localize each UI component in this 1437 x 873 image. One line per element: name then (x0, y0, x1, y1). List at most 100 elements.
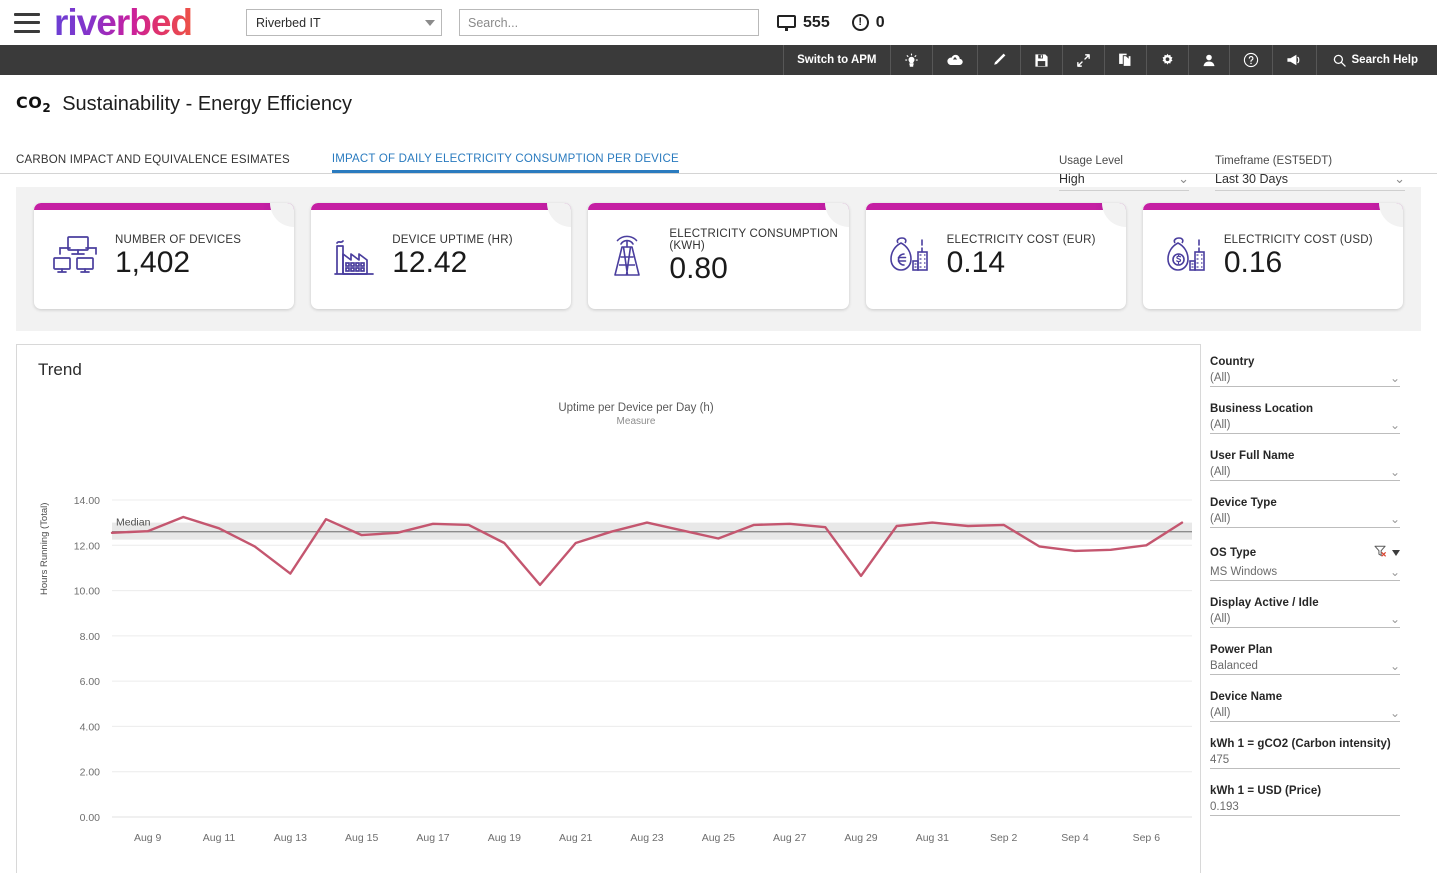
filter-os-type[interactable]: OS Type MS Windows ⌄ (1210, 544, 1400, 581)
filter-kwh-1-gco2-carbon-intensity[interactable]: kWh 1 = gCO2 (Carbon intensity) 475 (1210, 738, 1400, 769)
user-icon[interactable] (1189, 45, 1230, 75)
money-bag-dollar-icon (1161, 234, 1213, 278)
filter-label-row: Device Type (1210, 497, 1400, 509)
filter-value[interactable]: Balanced ⌄ (1210, 658, 1400, 675)
x-axis-tick-label: Aug 17 (416, 832, 449, 844)
chevron-down-icon: ⌄ (1389, 612, 1400, 626)
tab-daily-electricity[interactable]: IMPACT OF DAILY ELECTRICITY CONSUMPTION … (331, 153, 679, 173)
page-title: Sustainability - Energy Efficiency (62, 93, 352, 115)
alerts-stat[interactable]: ! 0 (851, 14, 885, 32)
riverbed-logo: riverbed (54, 4, 200, 41)
filter-value[interactable]: (All) ⌄ (1210, 417, 1400, 434)
chevron-down-icon: ⌄ (1389, 565, 1400, 579)
x-axis-tick-label: Sep 6 (1133, 832, 1161, 844)
x-axis-tick-label: Aug 15 (345, 832, 378, 844)
tab-carbon-impact[interactable]: CARBON IMPACT AND EQUIVALENCE ESIMATES (16, 154, 290, 173)
filter-text-input[interactable]: 475 (1210, 752, 1400, 769)
clear-filter-icon[interactable] (1374, 544, 1387, 562)
usage-level-filter[interactable]: Usage Level High ⌄ (1059, 155, 1189, 191)
filter-label: Power Plan (1210, 644, 1273, 656)
filter-power-plan[interactable]: Power Plan Balanced ⌄ (1210, 644, 1400, 675)
filter-label-row: Display Active / Idle (1210, 597, 1400, 609)
filter-label-row: Power Plan (1210, 644, 1400, 656)
x-axis-tick-label: Aug 29 (844, 832, 877, 844)
kpi-strip: NUMBER OF DEVICES 1,402 DEVICE UPTIME (H… (16, 187, 1421, 331)
search-help-button[interactable]: Search Help (1317, 45, 1431, 75)
kpi-accent-bar (34, 203, 295, 210)
search-input[interactable] (459, 9, 760, 36)
filter-label: Display Active / Idle (1210, 597, 1319, 609)
cloud-upload-icon[interactable] (933, 45, 978, 75)
filter-device-type[interactable]: Device Type (All) ⌄ (1210, 497, 1400, 528)
filter-label-row: Business Location (1210, 403, 1400, 415)
kpi-accent-bar (865, 203, 1126, 210)
filter-value[interactable]: (All) ⌄ (1210, 370, 1400, 387)
kpi-notch (547, 203, 572, 227)
co2-icon: CO2 (16, 93, 52, 116)
trend-line-chart[interactable]: 0.00 2.00 4.00 6.00 8.00 10.00 12.00 14.00 Media… (17, 345, 1202, 873)
header-filters: Usage Level High ⌄ Timeframe (EST5EDT) L… (1059, 155, 1405, 191)
chevron-down-icon: ⌄ (1389, 465, 1400, 479)
filter-label: OS Type (1210, 547, 1257, 559)
filter-device-name[interactable]: Device Name (All) ⌄ (1210, 691, 1400, 722)
filter-value[interactable]: (All) ⌄ (1210, 705, 1400, 722)
filter-value[interactable]: (All) ⌄ (1210, 511, 1400, 528)
filter-value[interactable]: MS Windows ⌄ (1210, 564, 1400, 581)
kpi-number-of-devices[interactable]: NUMBER OF DEVICES 1,402 (34, 203, 295, 309)
filter-country[interactable]: Country (All) ⌄ (1210, 356, 1400, 387)
chevron-down-icon: ⌄ (1389, 659, 1400, 673)
filter-kwh-1-usd-price[interactable]: kWh 1 = USD (Price) 0.193 (1210, 785, 1400, 816)
x-axis-tick-label: Aug 23 (630, 832, 663, 844)
search-icon (1333, 54, 1346, 67)
median-label: Median (116, 517, 151, 529)
filter-label-row: Country (1210, 356, 1400, 368)
gear-icon[interactable] (1147, 45, 1189, 75)
transmission-tower-icon (606, 233, 658, 279)
x-axis-tick-label: Aug 9 (134, 832, 162, 844)
filter-label-row: Device Name (1210, 691, 1400, 703)
y-axis-tick-label: 12.00 (74, 540, 100, 552)
kpi-label: NUMBER OF DEVICES (115, 233, 242, 246)
filter-value-text: (All) (1210, 513, 1231, 525)
kpi-device-uptime[interactable]: DEVICE UPTIME (HR) 12.42 (311, 203, 572, 309)
fullscreen-icon[interactable] (1063, 45, 1105, 75)
x-axis-tick-label: Aug 31 (916, 832, 949, 844)
page-title-row: CO2 Sustainability - Energy Efficiency (0, 75, 1437, 116)
megaphone-icon[interactable] (1273, 45, 1317, 75)
save-icon[interactable] (1021, 45, 1063, 75)
filter-dropdown-caret-icon[interactable] (1392, 550, 1400, 556)
page-header: CO2 Sustainability - Energy Efficiency U… (0, 75, 1437, 191)
switch-to-apm-button[interactable]: Switch to APM (783, 45, 891, 75)
chevron-down-icon: ⌄ (1389, 418, 1400, 432)
kpi-value: 0.16 (1223, 245, 1283, 279)
hamburger-icon[interactable] (14, 12, 40, 33)
kpi-value: 1,402 (115, 245, 191, 279)
filter-text-input[interactable]: 0.193 (1210, 799, 1400, 816)
kpi-electricity-consumption[interactable]: ELECTRICITY CONSUMPTION (KWH) 0.80 (588, 203, 849, 309)
filter-label: Country (1210, 356, 1255, 368)
devices-stat[interactable]: 555 (777, 14, 830, 32)
filter-value-text: (All) (1210, 707, 1231, 719)
filter-display-active-idle[interactable]: Display Active / Idle (All) ⌄ (1210, 597, 1400, 628)
pencil-icon[interactable] (978, 45, 1021, 75)
filter-business-location[interactable]: Business Location (All) ⌄ (1210, 403, 1400, 434)
timeframe-filter[interactable]: Timeframe (EST5EDT) Last 30 Days ⌄ (1215, 155, 1405, 191)
kpi-electricity-cost-eur[interactable]: ELECTRICITY COST (EUR) 0.14 (865, 203, 1126, 309)
filter-user-full-name[interactable]: User Full Name (All) ⌄ (1210, 450, 1400, 481)
copy-pages-icon[interactable] (1105, 45, 1147, 75)
help-icon[interactable] (1230, 45, 1273, 75)
lightbulb-icon[interactable] (891, 45, 933, 75)
filter-pane: Country (All) ⌄ Business Location (All) ⌄ User… (1201, 344, 1428, 873)
filter-value-text: (All) (1210, 372, 1231, 384)
y-axis-tick-label: 0.00 (80, 812, 101, 824)
kpi-notch (824, 203, 849, 227)
kpi-electricity-cost-usd[interactable]: ELECTRICITY COST (USD) 0.16 (1142, 203, 1404, 309)
x-axis-tick-label: Aug 25 (702, 832, 735, 844)
tenant-select-value: Riverbed IT (256, 15, 321, 30)
filter-value[interactable]: (All) ⌄ (1210, 464, 1400, 481)
filter-label-row: User Full Name (1210, 450, 1400, 462)
tenant-select[interactable]: Riverbed IT (246, 9, 443, 36)
filter-value[interactable]: (All) ⌄ (1210, 611, 1400, 628)
chevron-down-icon: ⌄ (1389, 706, 1400, 720)
x-axis-tick-label: Aug 11 (203, 832, 236, 844)
